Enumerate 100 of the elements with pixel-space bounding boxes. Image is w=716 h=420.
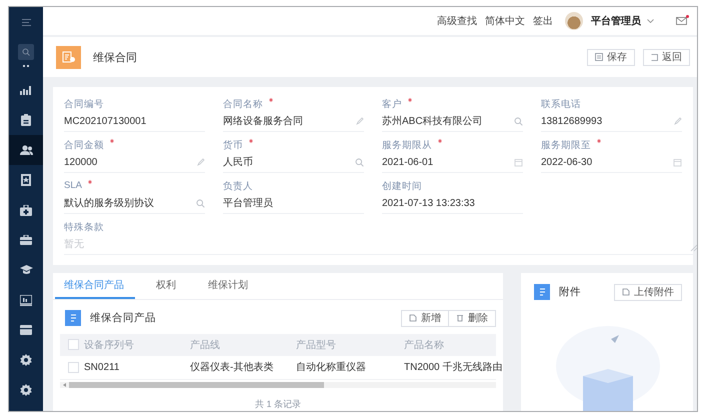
- input-field[interactable]: 默认的服务级别协议: [64, 193, 205, 214]
- field-label: 合同名称: [223, 98, 263, 111]
- chevron-down-icon: [647, 19, 654, 23]
- field-label: 服务期限从: [382, 139, 432, 152]
- field-label: 创建时间: [382, 180, 422, 193]
- section-title: 维保合同产品: [90, 311, 157, 326]
- input-field[interactable]: 人民币: [223, 152, 364, 173]
- placeholder-text: 暂无: [64, 238, 84, 251]
- header-link[interactable]: 签出: [533, 14, 553, 28]
- input-field[interactable]: 苏州ABC科技有限公司: [382, 111, 523, 132]
- field-value: 苏州ABC科技有限公司: [382, 114, 483, 128]
- save-button[interactable]: 保存: [587, 48, 635, 66]
- scroll-left-icon[interactable]: [63, 382, 66, 387]
- search-icon[interactable]: [196, 198, 205, 208]
- card-icon: [20, 325, 32, 335]
- add-button[interactable]: 新增: [401, 310, 449, 327]
- input-field[interactable]: 2021-06-01: [382, 152, 523, 173]
- tab[interactable]: 维保计划: [199, 273, 259, 299]
- required-icon: [438, 139, 442, 143]
- trash-icon: [456, 314, 464, 322]
- clipboard-icon: [21, 114, 31, 126]
- input-field[interactable]: 13812689993: [541, 111, 682, 132]
- return-icon: [651, 54, 658, 60]
- document-icon: [56, 46, 81, 68]
- header-link[interactable]: 高级查找: [437, 14, 477, 28]
- field-label: 客户: [382, 98, 402, 111]
- field-label: 联系电话: [541, 98, 581, 111]
- column-header: 产品型号: [296, 340, 336, 351]
- record-count: 共 1 条记录: [254, 398, 302, 411]
- field-value: 13812689993: [541, 116, 602, 126]
- avatar[interactable]: [565, 12, 583, 30]
- field-label: 负责人: [223, 180, 253, 193]
- field-label: 货币: [223, 139, 243, 152]
- search-icon[interactable]: [355, 158, 364, 166]
- sidebar-item[interactable]: [9, 135, 43, 165]
- input-field[interactable]: 网络设备服务合同: [223, 111, 364, 132]
- presentation-board-icon: [20, 294, 32, 306]
- checkbox[interactable]: [68, 339, 79, 350]
- field-value: 2022-06-30: [541, 156, 592, 168]
- page-title: 维保合同: [93, 50, 138, 64]
- field-label: 服务期限至: [541, 139, 591, 152]
- required-icon: [408, 98, 412, 102]
- save-icon: [595, 53, 603, 61]
- required-icon: [597, 139, 601, 143]
- upload-icon: [622, 288, 630, 296]
- column-header: 产品线: [190, 340, 220, 351]
- required-icon: [269, 98, 273, 102]
- gear-icon: [20, 384, 32, 396]
- gear-icon: [20, 354, 32, 366]
- table-cell: 仪器仪表-其他表类: [190, 362, 274, 374]
- search-icon[interactable]: [514, 116, 523, 126]
- field-value: 120000: [64, 156, 98, 168]
- field-value: 人民币: [223, 156, 253, 169]
- checkbox[interactable]: [68, 362, 79, 373]
- field-value: MC202107130001: [64, 116, 146, 126]
- medical-kit-icon: [20, 204, 32, 216]
- horizontal-scrollbar[interactable]: [60, 382, 496, 388]
- field-value: 平台管理员: [223, 196, 273, 210]
- mail-button[interactable]: [676, 17, 687, 25]
- table-cell: TN2000 千兆无线路由: [404, 362, 502, 374]
- mail-icon: [676, 17, 687, 25]
- add-icon: [409, 314, 417, 322]
- delete-button[interactable]: 删除: [449, 310, 496, 327]
- field-value: 网络设备服务合同: [223, 115, 303, 128]
- field-value: 2021-07-13 13:23:33: [382, 198, 475, 208]
- column-header: 设备序列号: [84, 340, 134, 351]
- user-menu[interactable]: 平台管理员: [591, 14, 654, 28]
- menu-icon[interactable]: [22, 19, 30, 26]
- field-value: 默认的服务级别协议: [64, 196, 154, 210]
- input-field[interactable]: 120000: [64, 152, 205, 173]
- document-icon: [65, 310, 81, 326]
- star-bookmark-icon: [21, 174, 31, 186]
- required-icon: [110, 139, 114, 143]
- field-value: 2021-06-01: [382, 156, 434, 168]
- graduation-cap-icon: [20, 265, 32, 275]
- resize-handle-icon[interactable]: [690, 244, 697, 252]
- table-cell: SN0211: [84, 362, 120, 373]
- tab[interactable]: 权利: [147, 273, 187, 299]
- input-field[interactable]: MC202107130001: [64, 111, 205, 132]
- field-label: SLA: [64, 180, 82, 191]
- field-label: 合同金额: [64, 139, 104, 152]
- section-title: 附件: [559, 285, 582, 299]
- column-header: 产品名称: [404, 340, 444, 351]
- required-icon: [88, 180, 92, 184]
- header-link[interactable]: 简体中文: [485, 14, 525, 28]
- input-field[interactable]: 2022-06-30: [541, 152, 682, 173]
- search-icon: [22, 48, 30, 56]
- briefcase-icon: [20, 235, 32, 245]
- table-cell: 自动化称重仪器: [296, 362, 366, 374]
- search-button[interactable]: [18, 44, 34, 60]
- input-field[interactable]: 平台管理员: [223, 193, 364, 214]
- back-button[interactable]: 返回: [643, 48, 690, 66]
- document-icon: [534, 284, 550, 300]
- field-label: 合同编号: [64, 98, 104, 111]
- users-icon: [20, 145, 32, 155]
- upload-button[interactable]: 上传附件: [614, 284, 682, 300]
- input-field[interactable]: 2021-07-13 13:23:33: [382, 193, 523, 214]
- bar-chart-icon: [20, 85, 32, 95]
- required-icon: [249, 139, 253, 143]
- field-label: 特殊条款: [64, 221, 104, 234]
